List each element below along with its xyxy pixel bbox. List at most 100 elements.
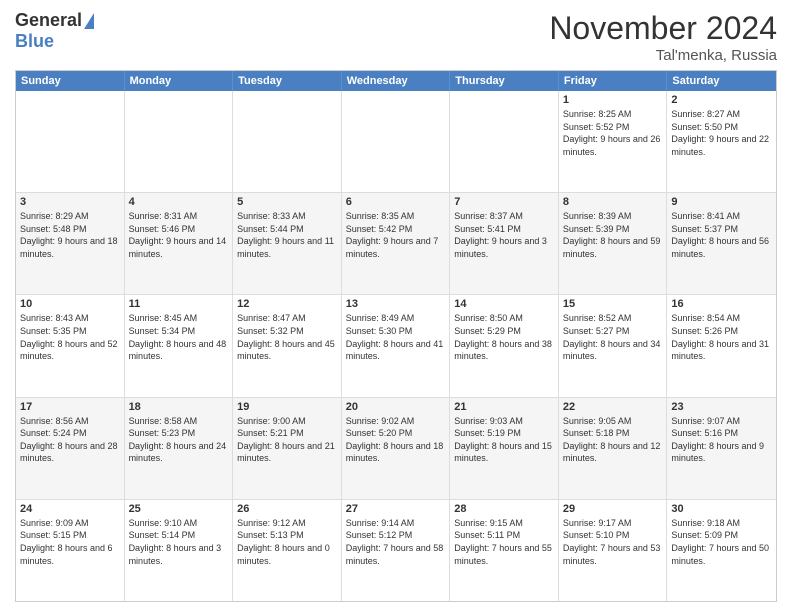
calendar-week-1: 1 Sunrise: 8:25 AM Sunset: 5:52 PM Daylig… — [16, 91, 776, 193]
day-number: 6 — [346, 196, 446, 208]
calendar-week-3: 10 Sunrise: 8:43 AM Sunset: 5:35 PM Dayli… — [16, 295, 776, 397]
day-info: Sunrise: 8:52 AM Sunset: 5:27 PM Dayligh… — [563, 312, 663, 362]
calendar-day-20: 20 Sunrise: 9:02 AM Sunset: 5:20 PM Dayli… — [342, 398, 451, 499]
calendar-empty-cell — [342, 91, 451, 192]
day-info: Sunrise: 8:31 AM Sunset: 5:46 PM Dayligh… — [129, 210, 229, 260]
day-info: Sunrise: 9:12 AM Sunset: 5:13 PM Dayligh… — [237, 517, 337, 567]
calendar-day-29: 29Sunrise: 9:17 AM Sunset: 5:10 PM Dayli… — [559, 500, 668, 601]
day-number: 1 — [563, 94, 663, 106]
day-number: 26 — [237, 503, 337, 515]
calendar-day-2: 2 Sunrise: 8:27 AM Sunset: 5:50 PM Daylig… — [667, 91, 776, 192]
day-number: 4 — [129, 196, 229, 208]
day-info: Sunrise: 8:43 AM Sunset: 5:35 PM Dayligh… — [20, 312, 120, 362]
day-info: Sunrise: 8:50 AM Sunset: 5:29 PM Dayligh… — [454, 312, 554, 362]
logo: General Blue — [15, 10, 94, 52]
day-info: Sunrise: 9:03 AM Sunset: 5:19 PM Dayligh… — [454, 415, 554, 465]
day-info: Sunrise: 9:02 AM Sunset: 5:20 PM Dayligh… — [346, 415, 446, 465]
header: General Blue November 2024 Tal'menka, Ru… — [15, 10, 777, 64]
day-info: Sunrise: 8:45 AM Sunset: 5:34 PM Dayligh… — [129, 312, 229, 362]
calendar-week-2: 3 Sunrise: 8:29 AM Sunset: 5:48 PM Daylig… — [16, 193, 776, 295]
day-number: 2 — [671, 94, 772, 106]
calendar-day-12: 12Sunrise: 8:47 AM Sunset: 5:32 PM Dayli… — [233, 295, 342, 396]
day-info: Sunrise: 9:05 AM Sunset: 5:18 PM Dayligh… — [563, 415, 663, 465]
calendar-body: 1 Sunrise: 8:25 AM Sunset: 5:52 PM Daylig… — [16, 91, 776, 601]
calendar-day-8: 8Sunrise: 8:39 AM Sunset: 5:39 PM Daylig… — [559, 193, 668, 294]
day-number: 13 — [346, 298, 446, 310]
calendar-week-5: 24 Sunrise: 9:09 AM Sunset: 5:15 PM Dayli… — [16, 500, 776, 601]
calendar-day-22: 22 Sunrise: 9:05 AM Sunset: 5:18 PM Dayli… — [559, 398, 668, 499]
day-info: Sunrise: 9:14 AM Sunset: 5:12 PM Dayligh… — [346, 517, 446, 567]
day-info: Sunrise: 8:35 AM Sunset: 5:42 PM Dayligh… — [346, 210, 446, 260]
day-number: 22 — [563, 401, 663, 413]
calendar-day-1: 1 Sunrise: 8:25 AM Sunset: 5:52 PM Daylig… — [559, 91, 668, 192]
day-number: 29 — [563, 503, 663, 515]
calendar-day-24: 24 Sunrise: 9:09 AM Sunset: 5:15 PM Dayli… — [16, 500, 125, 601]
day-number: 21 — [454, 401, 554, 413]
day-number: 9 — [671, 196, 772, 208]
header-day-monday: Monday — [125, 71, 234, 91]
calendar-day-3: 3 Sunrise: 8:29 AM Sunset: 5:48 PM Daylig… — [16, 193, 125, 294]
day-number: 3 — [20, 196, 120, 208]
calendar-day-16: 16Sunrise: 8:54 AM Sunset: 5:26 PM Dayli… — [667, 295, 776, 396]
calendar-day-14: 14 Sunrise: 8:50 AM Sunset: 5:29 PM Dayli… — [450, 295, 559, 396]
calendar-day-4: 4 Sunrise: 8:31 AM Sunset: 5:46 PM Daylig… — [125, 193, 234, 294]
header-day-wednesday: Wednesday — [342, 71, 451, 91]
day-info: Sunrise: 8:39 AM Sunset: 5:39 PM Dayligh… — [563, 210, 663, 260]
day-info: Sunrise: 8:41 AM Sunset: 5:37 PM Dayligh… — [671, 210, 772, 260]
day-info: Sunrise: 9:09 AM Sunset: 5:15 PM Dayligh… — [20, 517, 120, 567]
day-info: Sunrise: 8:47 AM Sunset: 5:32 PM Dayligh… — [237, 312, 337, 362]
day-info: Sunrise: 9:00 AM Sunset: 5:21 PM Dayligh… — [237, 415, 337, 465]
calendar-day-23: 23Sunrise: 9:07 AM Sunset: 5:16 PM Dayli… — [667, 398, 776, 499]
logo-blue-text: Blue — [15, 31, 54, 52]
day-info: Sunrise: 8:49 AM Sunset: 5:30 PM Dayligh… — [346, 312, 446, 362]
day-number: 7 — [454, 196, 554, 208]
calendar-day-21: 21 Sunrise: 9:03 AM Sunset: 5:19 PM Dayli… — [450, 398, 559, 499]
day-number: 25 — [129, 503, 229, 515]
calendar-empty-cell — [450, 91, 559, 192]
day-info: Sunrise: 8:56 AM Sunset: 5:24 PM Dayligh… — [20, 415, 120, 465]
day-number: 10 — [20, 298, 120, 310]
page: General Blue November 2024 Tal'menka, Ru… — [0, 0, 792, 612]
day-info: Sunrise: 9:15 AM Sunset: 5:11 PM Dayligh… — [454, 517, 554, 567]
header-day-friday: Friday — [559, 71, 668, 91]
calendar-empty-cell — [16, 91, 125, 192]
month-title: November 2024 — [549, 10, 777, 47]
day-number: 30 — [671, 503, 772, 515]
calendar-empty-cell — [125, 91, 234, 192]
day-info: Sunrise: 8:29 AM Sunset: 5:48 PM Dayligh… — [20, 210, 120, 260]
calendar-day-13: 13 Sunrise: 8:49 AM Sunset: 5:30 PM Dayli… — [342, 295, 451, 396]
day-info: Sunrise: 9:18 AM Sunset: 5:09 PM Dayligh… — [671, 517, 772, 567]
day-info: Sunrise: 8:37 AM Sunset: 5:41 PM Dayligh… — [454, 210, 554, 260]
day-number: 18 — [129, 401, 229, 413]
calendar-day-5: 5Sunrise: 8:33 AM Sunset: 5:44 PM Daylig… — [233, 193, 342, 294]
day-info: Sunrise: 8:27 AM Sunset: 5:50 PM Dayligh… — [671, 108, 772, 158]
calendar-day-28: 28Sunrise: 9:15 AM Sunset: 5:11 PM Dayli… — [450, 500, 559, 601]
calendar-header: SundayMondayTuesdayWednesdayThursdayFrid… — [16, 71, 776, 91]
calendar-empty-cell — [233, 91, 342, 192]
calendar-day-26: 26 Sunrise: 9:12 AM Sunset: 5:13 PM Dayli… — [233, 500, 342, 601]
day-number: 24 — [20, 503, 120, 515]
calendar-day-30: 30 Sunrise: 9:18 AM Sunset: 5:09 PM Dayli… — [667, 500, 776, 601]
calendar-day-7: 7 Sunrise: 8:37 AM Sunset: 5:41 PM Daylig… — [450, 193, 559, 294]
day-info: Sunrise: 8:25 AM Sunset: 5:52 PM Dayligh… — [563, 108, 663, 158]
day-info: Sunrise: 9:10 AM Sunset: 5:14 PM Dayligh… — [129, 517, 229, 567]
header-day-thursday: Thursday — [450, 71, 559, 91]
day-number: 15 — [563, 298, 663, 310]
day-number: 20 — [346, 401, 446, 413]
title-section: November 2024 Tal'menka, Russia — [549, 10, 777, 64]
calendar-day-18: 18Sunrise: 8:58 AM Sunset: 5:23 PM Dayli… — [125, 398, 234, 499]
header-day-saturday: Saturday — [667, 71, 776, 91]
header-day-tuesday: Tuesday — [233, 71, 342, 91]
calendar: SundayMondayTuesdayWednesdayThursdayFrid… — [15, 70, 777, 602]
logo-triangle-icon — [84, 13, 94, 29]
day-info: Sunrise: 8:33 AM Sunset: 5:44 PM Dayligh… — [237, 210, 337, 260]
calendar-day-25: 25 Sunrise: 9:10 AM Sunset: 5:14 PM Dayli… — [125, 500, 234, 601]
day-number: 19 — [237, 401, 337, 413]
day-info: Sunrise: 9:07 AM Sunset: 5:16 PM Dayligh… — [671, 415, 772, 465]
day-info: Sunrise: 8:54 AM Sunset: 5:26 PM Dayligh… — [671, 312, 772, 362]
day-number: 14 — [454, 298, 554, 310]
calendar-day-9: 9 Sunrise: 8:41 AM Sunset: 5:37 PM Daylig… — [667, 193, 776, 294]
calendar-day-11: 11Sunrise: 8:45 AM Sunset: 5:34 PM Dayli… — [125, 295, 234, 396]
location: Tal'menka, Russia — [549, 47, 777, 64]
day-number: 27 — [346, 503, 446, 515]
